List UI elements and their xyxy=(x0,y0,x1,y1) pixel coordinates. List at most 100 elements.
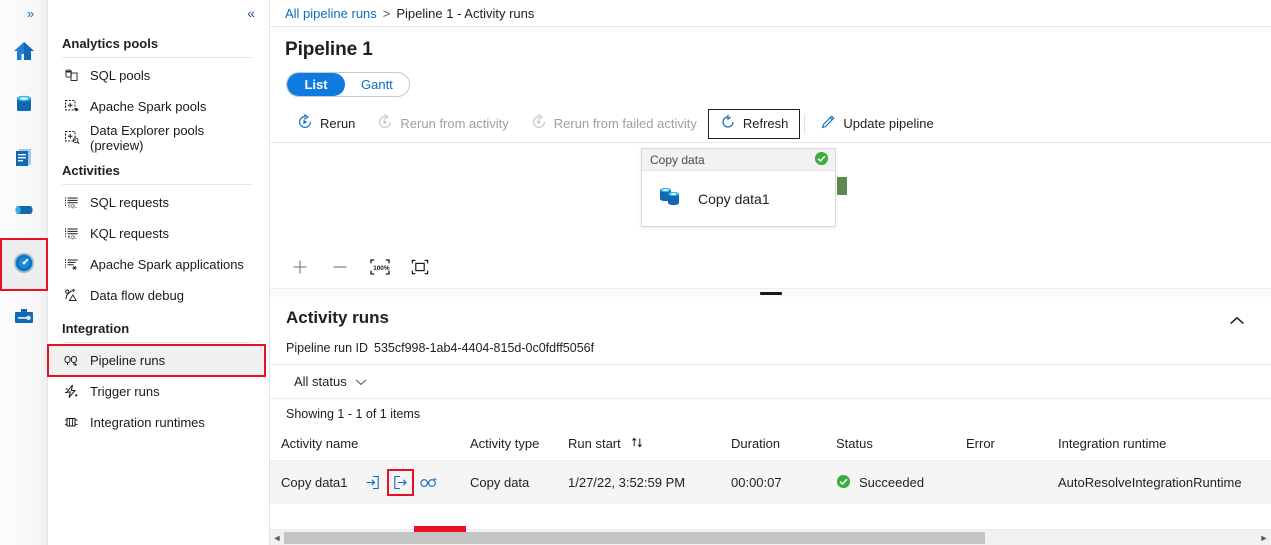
column-header-integration-runtime[interactable]: Integration runtime xyxy=(1058,428,1271,461)
success-check-icon xyxy=(836,474,851,492)
scrollbar-track[interactable] xyxy=(284,525,1257,545)
sidebar-item-sql-pools[interactable]: SQL pools xyxy=(48,60,269,91)
pipeline-canvas[interactable]: Copy data Copy data1 100% xyxy=(270,143,1271,288)
node-body: Copy data1 xyxy=(642,171,835,226)
svg-text:100%: 100% xyxy=(373,265,390,272)
zoom-in-icon[interactable] xyxy=(280,252,320,282)
scrollbar-thumb[interactable] xyxy=(284,531,985,544)
rerun-button[interactable]: Rerun xyxy=(286,109,366,139)
refresh-button[interactable]: Refresh xyxy=(707,108,801,139)
scroll-right-arrow-icon[interactable]: ► xyxy=(1257,533,1271,543)
column-header-run-start[interactable]: Run start xyxy=(568,428,731,461)
tab-list[interactable]: List xyxy=(287,73,345,96)
horizontal-scrollbar[interactable]: ◄ ► xyxy=(270,525,1271,545)
zoom-out-icon[interactable] xyxy=(320,252,360,282)
command-label: Rerun from activity xyxy=(400,116,509,131)
rail-item-develop[interactable] xyxy=(0,132,48,185)
rerun-from-failed-activity-button[interactable]: Rerun from failed activity xyxy=(520,109,708,139)
sidebar-item-pipeline-runs[interactable]: Pipeline runs xyxy=(47,344,266,377)
rail-item-home[interactable] xyxy=(0,26,48,79)
sort-arrows-icon[interactable] xyxy=(631,437,644,451)
rerun-from-failed-activity-icon xyxy=(531,113,547,133)
chevron-down-icon xyxy=(355,374,367,389)
column-header-activity-type[interactable]: Activity type xyxy=(470,428,568,461)
breadcrumb-all-pipeline-runs[interactable]: All pipeline runs xyxy=(285,6,377,21)
synapse-monitor-page: » « Analytics pools SQL pools Apache Spa… xyxy=(0,0,1271,545)
node-output-port[interactable] xyxy=(837,177,847,195)
node-header: Copy data xyxy=(642,149,835,171)
rail-expand-button[interactable]: » xyxy=(0,0,48,26)
activity-name-cell: Copy data1 xyxy=(281,469,470,496)
pencil-icon xyxy=(820,114,836,133)
develop-icon xyxy=(12,145,36,172)
output-icon[interactable] xyxy=(386,469,414,496)
sidebar-item-sql-requests[interactable]: SQL SQL requests xyxy=(48,187,269,218)
nav-group-activities: Activities SQL SQL requests KQL KQL requ… xyxy=(48,153,269,311)
activity-rail: » xyxy=(0,0,48,545)
cell-run-start: 1/27/22, 3:52:59 PM xyxy=(568,475,686,490)
status-filter-dropdown[interactable]: All status xyxy=(286,370,375,393)
chevron-up-icon[interactable] xyxy=(1225,308,1249,335)
sidebar-item-kql-requests[interactable]: KQL KQL requests xyxy=(48,218,269,249)
input-icon[interactable] xyxy=(362,472,383,493)
sidebar-item-label: Integration runtimes xyxy=(90,415,205,430)
sidebar-item-data-flow-debug[interactable]: Data flow debug xyxy=(48,280,269,311)
nav-group-title: Analytics pools xyxy=(62,36,159,51)
tab-gantt[interactable]: Gantt xyxy=(345,73,409,96)
node-activity-label: Copy data1 xyxy=(698,190,770,207)
sql-pools-icon xyxy=(62,67,80,85)
rerun-from-activity-icon xyxy=(377,113,393,133)
column-header-error[interactable]: Error xyxy=(966,428,1058,461)
home-icon xyxy=(12,39,36,66)
nav-divider xyxy=(62,184,253,185)
command-separator xyxy=(804,113,806,134)
pipeline-activity-node[interactable]: Copy data Copy data1 xyxy=(641,148,836,227)
sidebar-item-label: Pipeline runs xyxy=(90,353,166,368)
nav-collapse-button[interactable]: « xyxy=(48,0,269,26)
spark-applications-icon xyxy=(62,256,80,274)
scroll-left-arrow-icon[interactable]: ◄ xyxy=(270,533,284,543)
rail-item-data[interactable] xyxy=(0,79,48,132)
activity-name-text: Copy data1 xyxy=(281,475,348,490)
sidebar-item-label: Trigger runs xyxy=(90,384,160,399)
success-check-icon xyxy=(814,151,829,169)
data-icon xyxy=(12,92,36,119)
zoom-to-100-icon[interactable]: 100% xyxy=(360,252,400,282)
sidebar-item-label: Apache Spark pools xyxy=(90,99,207,114)
activity-runs-section: Activity runs Pipeline run ID 535cf998-1… xyxy=(270,297,1271,545)
table-row[interactable]: Copy data1 Copy data 1/27/22, 3:52:59 PM… xyxy=(270,460,1271,505)
breadcrumb-separator: > xyxy=(382,5,391,21)
panel-splitter-handle[interactable] xyxy=(270,288,1271,297)
cell-status: Succeeded xyxy=(836,461,966,505)
sidebar-item-integration-runtimes[interactable]: Integration runtimes xyxy=(48,407,269,438)
sidebar-item-apache-spark-pools[interactable]: Apache Spark pools xyxy=(48,91,269,122)
integration-runtimes-icon xyxy=(62,414,80,432)
pipeline-run-id-label: Pipeline run ID xyxy=(286,341,368,355)
details-glasses-icon[interactable] xyxy=(418,472,439,493)
svg-text:KQL: KQL xyxy=(67,235,77,240)
command-label: Rerun from failed activity xyxy=(553,116,697,131)
table-header-row: Activity name Activity type Run start Du… xyxy=(270,428,1271,461)
column-header-duration[interactable]: Duration xyxy=(731,428,836,461)
sidebar-item-data-explorer-pools[interactable]: Data Explorer pools (preview) xyxy=(48,122,269,153)
nav-group-analytics-pools: Analytics pools SQL pools Apache Spark p… xyxy=(48,26,269,153)
rail-item-manage[interactable] xyxy=(0,291,48,344)
rerun-from-activity-button[interactable]: Rerun from activity xyxy=(366,109,519,139)
update-pipeline-button[interactable]: Update pipeline xyxy=(809,109,944,139)
sidebar-item-trigger-runs[interactable]: Trigger runs xyxy=(48,376,269,407)
trigger-runs-icon xyxy=(62,383,80,401)
sidebar-item-label: Data Explorer pools (preview) xyxy=(90,122,205,153)
nav-group-title: Integration xyxy=(62,321,130,336)
rail-item-integrate[interactable] xyxy=(0,185,48,238)
svg-text:SQL: SQL xyxy=(67,204,77,209)
activity-runs-table: Activity name Activity type Run start Du… xyxy=(270,428,1271,504)
column-header-activity-name[interactable]: Activity name xyxy=(270,428,470,461)
sidebar-item-apache-spark-applications[interactable]: Apache Spark applications xyxy=(48,249,269,280)
monitor-icon xyxy=(11,250,37,279)
nav-group-integration: Integration Pipeline runs Trigger runs I… xyxy=(47,311,269,438)
breadcrumb: All pipeline runs > Pipeline 1 - Activit… xyxy=(270,0,1271,27)
rail-item-monitor[interactable] xyxy=(0,238,48,291)
rerun-icon xyxy=(297,113,313,133)
column-header-status[interactable]: Status xyxy=(836,428,966,461)
fit-to-screen-icon[interactable] xyxy=(400,252,440,282)
